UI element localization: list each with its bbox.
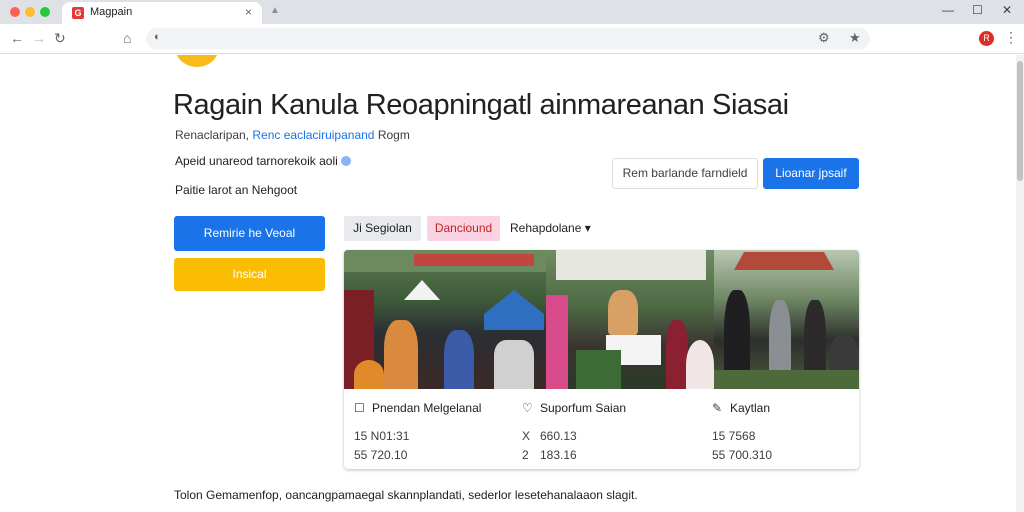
primary-action-button[interactable]: Remirie he Veoal bbox=[174, 216, 325, 251]
address-bar[interactable]: ◐ ⚙ ★ bbox=[146, 28, 870, 49]
column-heading: ✎ Kaytlan bbox=[712, 401, 770, 415]
secondary-action-button[interactable]: Insical bbox=[174, 258, 325, 291]
heart-icon[interactable]: ♡ bbox=[522, 401, 536, 415]
breadcrumb-link[interactable]: Renc eaclaciruipanand bbox=[252, 128, 374, 142]
minimize-icon[interactable]: — bbox=[942, 3, 954, 17]
new-tab-icon[interactable]: ▲ bbox=[270, 5, 280, 17]
primary-small-button[interactable]: Lioanar jpsaif bbox=[763, 158, 859, 189]
column-value: 55 720.10 bbox=[354, 448, 408, 462]
column-value: 15 7568 bbox=[712, 429, 756, 443]
tab-title: Magpain bbox=[90, 6, 133, 18]
breadcrumb: Renaclaripan, Renc eaclaciruipanand Rogm bbox=[175, 128, 410, 142]
reload-icon[interactable]: ↻ bbox=[54, 30, 66, 46]
breadcrumb-suffix: Rogm bbox=[377, 128, 410, 142]
filter-dropdown[interactable]: Rehapdolane ▾ bbox=[510, 216, 600, 241]
event-card[interactable]: ☐ Pnendan Melgelanal 15 N01:31 55 720.10 … bbox=[344, 250, 859, 469]
card-column-program: ☐ Pnendan Melgelanal 15 N01:31 55 720.10 bbox=[344, 389, 512, 469]
favicon-icon: G bbox=[72, 7, 84, 19]
window-zoom-dot[interactable] bbox=[40, 7, 50, 17]
dropdown-label: Rehapdolane bbox=[510, 221, 582, 235]
event-photo-1 bbox=[344, 250, 546, 389]
column-heading: ♡ Suporfum Saian bbox=[522, 401, 626, 415]
subtitle-text: Apeid unareod tarnorekoik aoli bbox=[175, 154, 338, 168]
value-key: X bbox=[522, 429, 531, 443]
page-content: Ragain Kanula Reoapningatl ainmareanan S… bbox=[0, 55, 1016, 512]
meta-line: Paitie larot an Nehgoot bbox=[175, 183, 298, 197]
column-heading: ☐ Pnendan Melgelanal bbox=[354, 401, 481, 415]
window-minimize-dot[interactable] bbox=[25, 7, 35, 17]
profile-avatar[interactable]: R bbox=[979, 31, 994, 46]
browser-toolbar: ← → ↻ ⌂ ◐ ⚙ ★ R ⋮ bbox=[0, 24, 1024, 54]
vertical-scrollbar[interactable] bbox=[1016, 55, 1024, 512]
column-value: 2 183.16 bbox=[522, 448, 577, 462]
page-title: Ragain Kanula Reoapningatl ainmareanan S… bbox=[173, 89, 789, 121]
column-title: Pnendan Melgelanal bbox=[372, 401, 482, 415]
event-photo-2 bbox=[546, 250, 714, 389]
column-value: 15 N01:31 bbox=[354, 429, 410, 443]
globe-icon bbox=[340, 156, 351, 166]
filter-chip-pink[interactable]: Danciound bbox=[427, 216, 500, 241]
window-close-dot[interactable] bbox=[10, 7, 20, 17]
extension-icon[interactable]: ⚙ bbox=[818, 30, 830, 46]
close-icon[interactable]: × bbox=[245, 5, 252, 19]
pencil-icon[interactable]: ✎ bbox=[712, 401, 726, 415]
window-close-icon[interactable]: ✕ bbox=[1002, 3, 1012, 17]
filter-chip-gray[interactable]: Ji Segiolan bbox=[344, 216, 421, 241]
column-title: Suporfum Saian bbox=[540, 401, 627, 415]
footer-paragraph: Tolon Gemamenfop, oancangpamaegal skannp… bbox=[174, 488, 638, 502]
checkbox-icon[interactable]: ☐ bbox=[354, 401, 368, 415]
value-text: 660.13 bbox=[540, 429, 577, 443]
value-text: 183.16 bbox=[540, 448, 577, 462]
bookmark-star-icon[interactable]: ★ bbox=[849, 30, 861, 46]
column-title: Kaytlan bbox=[730, 401, 771, 415]
outline-action-button[interactable]: Rem barlande farndield bbox=[612, 158, 758, 189]
card-column-activity: ✎ Kaytlan 15 7568 55 700.310 bbox=[702, 389, 859, 469]
site-info-icon[interactable]: ◐ bbox=[154, 31, 161, 43]
column-value: X 660.13 bbox=[522, 429, 577, 443]
menu-icon[interactable]: ⋮ bbox=[1004, 29, 1018, 46]
card-column-support: ♡ Suporfum Saian X 660.13 2 183.16 bbox=[512, 389, 702, 469]
value-key: 2 bbox=[522, 448, 529, 462]
column-value: 55 700.310 bbox=[712, 448, 773, 462]
event-photo-3 bbox=[714, 250, 859, 389]
logo bbox=[175, 55, 219, 67]
forward-icon[interactable]: → bbox=[32, 30, 46, 46]
chevron-down-icon: ▾ bbox=[584, 221, 591, 235]
subtitle-line: Apeid unareod tarnorekoik aoli bbox=[175, 154, 351, 168]
scrollbar-thumb[interactable] bbox=[1017, 61, 1023, 181]
maximize-icon[interactable]: ☐ bbox=[972, 3, 983, 17]
home-icon[interactable]: ⌂ bbox=[123, 30, 131, 46]
breadcrumb-prefix: Renaclaripan, bbox=[175, 128, 250, 142]
tab-strip: G Magpain × ▲ — ☐ ✕ bbox=[0, 0, 1024, 24]
back-icon[interactable]: ← bbox=[10, 30, 24, 46]
browser-tab[interactable]: G Magpain × bbox=[62, 2, 262, 24]
